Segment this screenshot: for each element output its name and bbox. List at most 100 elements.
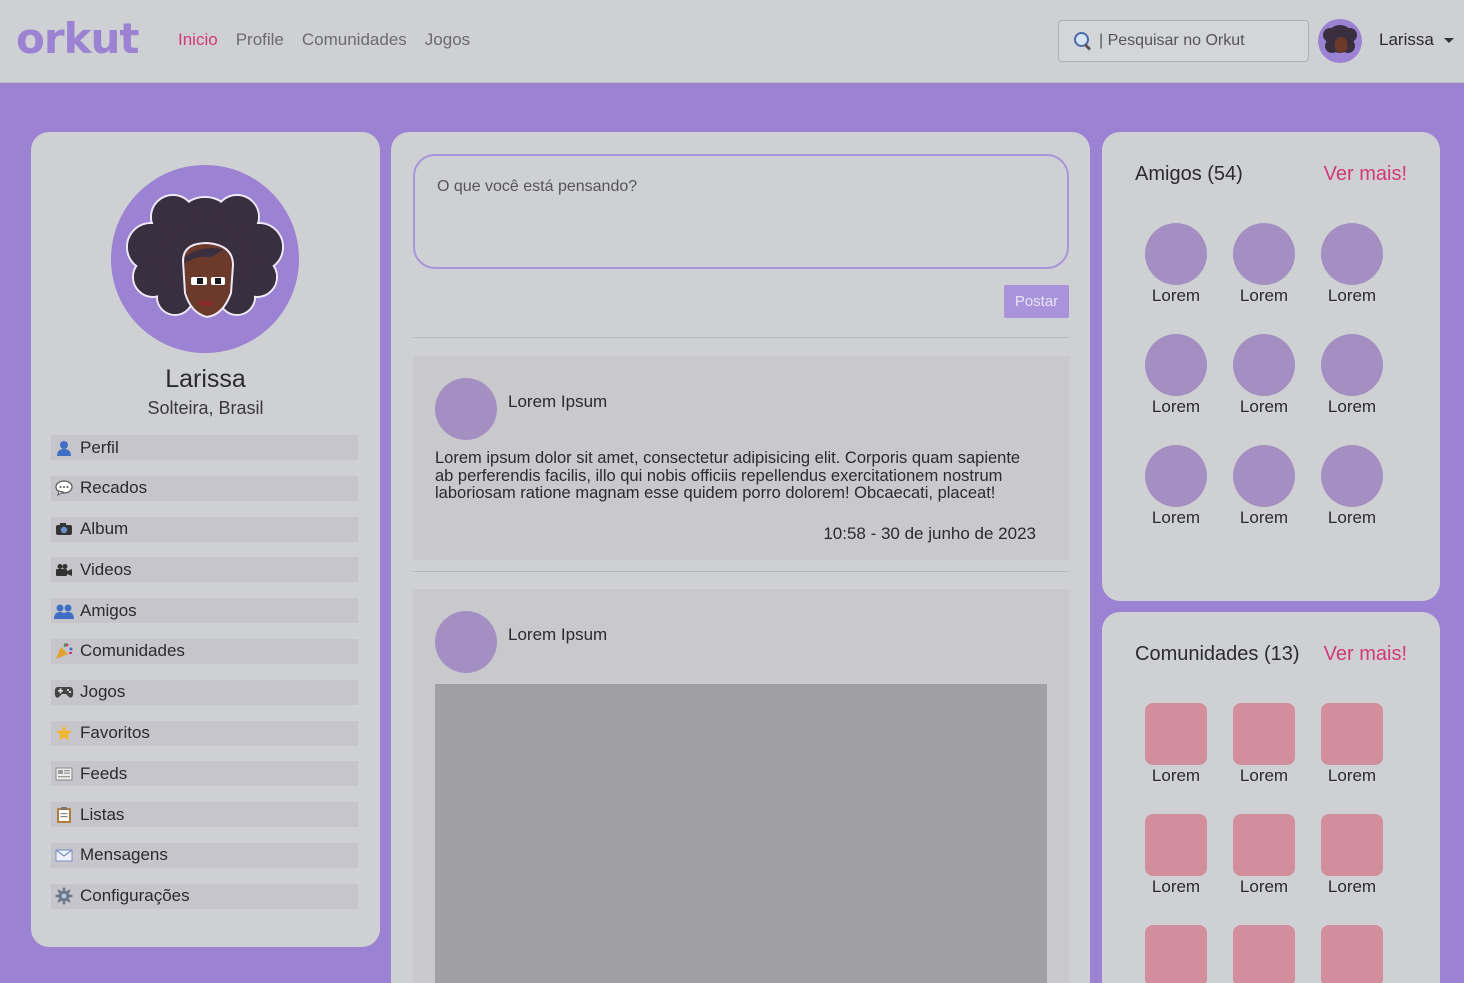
- feed-post: Lorem Ipsum Lorem ipsum dolor sit amet, …: [413, 356, 1069, 560]
- community-tile[interactable]: Lorem: [1145, 703, 1207, 785]
- post-button[interactable]: Postar: [1004, 285, 1069, 318]
- friend-avatar: [1233, 334, 1295, 396]
- menu-item-jogos[interactable]: Jogos: [51, 679, 358, 705]
- friend-name: Lorem: [1327, 508, 1377, 527]
- community-tile[interactable]: Lorem: [1233, 814, 1295, 896]
- speech-bubble-icon: [53, 479, 75, 497]
- friend-avatar: [1321, 334, 1383, 396]
- chevron-down-icon: [1443, 37, 1454, 43]
- friend-tile[interactable]: Lorem: [1321, 223, 1383, 305]
- nav-link-jogos[interactable]: Jogos: [425, 30, 470, 50]
- post-image[interactable]: [435, 684, 1047, 983]
- user-name: Larissa: [1379, 30, 1434, 49]
- video-camera-icon: [53, 561, 75, 579]
- post-author-name[interactable]: Lorem Ipsum: [508, 392, 607, 412]
- menu-item-perfil[interactable]: Perfil: [51, 435, 358, 460]
- community-tile[interactable]: Lorem: [1321, 814, 1383, 896]
- menu-item-videos[interactable]: Videos: [51, 557, 358, 583]
- search-input[interactable]: | Pesquisar no Orkut: [1058, 20, 1309, 62]
- composer-placeholder: O que você está pensando?: [437, 178, 638, 195]
- friend-tile[interactable]: Lorem: [1145, 334, 1207, 416]
- friend-name: Lorem: [1239, 286, 1289, 305]
- community-image: [1233, 925, 1295, 983]
- community-tile[interactable]: [1145, 925, 1207, 983]
- community-name: Lorem: [1239, 766, 1289, 785]
- friends-see-more-link[interactable]: Ver mais!: [1324, 163, 1407, 186]
- star-icon: [53, 724, 75, 742]
- post-author-name[interactable]: Lorem Ipsum: [508, 625, 607, 645]
- communities-title: Comunidades (13): [1135, 643, 1300, 665]
- friend-name: Lorem: [1151, 508, 1201, 527]
- menu-item-favoritos[interactable]: Favoritos: [51, 720, 358, 746]
- menu-item-label: Listas: [80, 804, 125, 824]
- friend-tile[interactable]: Lorem: [1233, 334, 1295, 416]
- friends-grid: Lorem Lorem Lorem Lorem Lorem Lorem Lore…: [1145, 223, 1385, 527]
- divider: [413, 571, 1069, 572]
- user-avatar[interactable]: [1318, 19, 1362, 63]
- envelope-icon: [53, 846, 75, 864]
- friend-tile[interactable]: Lorem: [1145, 223, 1207, 305]
- community-tile[interactable]: Lorem: [1233, 703, 1295, 785]
- feed-post: Lorem Ipsum: [413, 589, 1069, 983]
- post-timestamp: 10:58 - 30 de junho de 2023: [823, 524, 1036, 543]
- menu-item-comunidades[interactable]: Comunidades: [51, 638, 358, 664]
- friend-name: Lorem: [1239, 397, 1289, 416]
- friend-name: Lorem: [1239, 508, 1289, 527]
- post-composer-input[interactable]: O que você está pensando?: [413, 154, 1069, 269]
- friend-avatar: [1233, 445, 1295, 507]
- community-tile[interactable]: Lorem: [1321, 703, 1383, 785]
- communities-see-more-link[interactable]: Ver mais!: [1324, 643, 1407, 666]
- menu-item-listas[interactable]: Listas: [51, 802, 358, 828]
- community-name: Lorem: [1151, 877, 1201, 896]
- post-author-avatar[interactable]: [435, 378, 497, 440]
- search-placeholder: | Pesquisar no Orkut: [1099, 32, 1245, 49]
- post-author-avatar[interactable]: [435, 611, 497, 673]
- nav-link-comunidades[interactable]: Comunidades: [302, 30, 407, 50]
- menu-item-label: Mensagens: [80, 845, 168, 865]
- menu-item-label: Recados: [80, 478, 148, 498]
- menu-item-label: Album: [80, 519, 129, 539]
- menu-item-mensagens[interactable]: Mensagens: [51, 842, 358, 868]
- friends-title: Amigos (54): [1135, 163, 1243, 185]
- friend-tile[interactable]: Lorem: [1145, 445, 1207, 527]
- user-menu-dropdown[interactable]: Larissa: [1379, 30, 1454, 50]
- friend-avatar: [1145, 445, 1207, 507]
- friend-tile[interactable]: Lorem: [1233, 445, 1295, 527]
- gear-icon: [53, 887, 75, 905]
- divider: [413, 337, 1069, 338]
- community-tile[interactable]: [1233, 925, 1295, 983]
- clipboard-icon: [53, 806, 75, 824]
- nav-link-inicio[interactable]: Inicio: [178, 30, 218, 50]
- community-tile[interactable]: Lorem: [1145, 814, 1207, 896]
- menu-item-recados[interactable]: Recados: [51, 475, 358, 501]
- friend-tile[interactable]: Lorem: [1321, 445, 1383, 527]
- people-icon: [53, 602, 75, 620]
- community-image: [1321, 814, 1383, 876]
- orkut-logo[interactable]: orkut: [16, 14, 139, 64]
- community-tile[interactable]: [1321, 925, 1383, 983]
- menu-item-album[interactable]: Album: [51, 516, 358, 542]
- community-name: Lorem: [1327, 766, 1377, 785]
- community-image: [1145, 814, 1207, 876]
- menu-item-label: Configurações: [80, 886, 190, 906]
- top-navbar: orkut Inicio Profile Comunidades Jogos |…: [0, 0, 1464, 83]
- friend-tile[interactable]: Lorem: [1233, 223, 1295, 305]
- nav-link-profile[interactable]: Profile: [236, 30, 284, 50]
- menu-item-label: Jogos: [80, 682, 126, 702]
- profile-avatar[interactable]: [111, 165, 299, 353]
- newspaper-icon: [53, 765, 75, 783]
- feed-card: O que você está pensando? Postar Lorem I…: [391, 132, 1090, 983]
- menu-item-feeds[interactable]: Feeds: [51, 761, 358, 787]
- communities-grid: Lorem Lorem Lorem Lorem Lorem Lorem: [1145, 703, 1385, 983]
- menu-item-label: Favoritos: [80, 723, 150, 743]
- friend-avatar: [1321, 223, 1383, 285]
- menu-item-amigos[interactable]: Amigos: [51, 598, 358, 624]
- menu-item-configuracoes[interactable]: Configurações: [51, 883, 358, 909]
- friend-tile[interactable]: Lorem: [1321, 334, 1383, 416]
- friends-card: Amigos (54) Ver mais! Lorem Lorem Lorem …: [1102, 132, 1440, 601]
- profile-menu: Perfil Recados Album Videos Amigos Comun…: [51, 435, 358, 925]
- menu-item-label: Videos: [80, 559, 132, 579]
- menu-item-label: Amigos: [80, 600, 137, 620]
- menu-item-label: Perfil: [80, 437, 119, 457]
- friend-avatar: [1233, 223, 1295, 285]
